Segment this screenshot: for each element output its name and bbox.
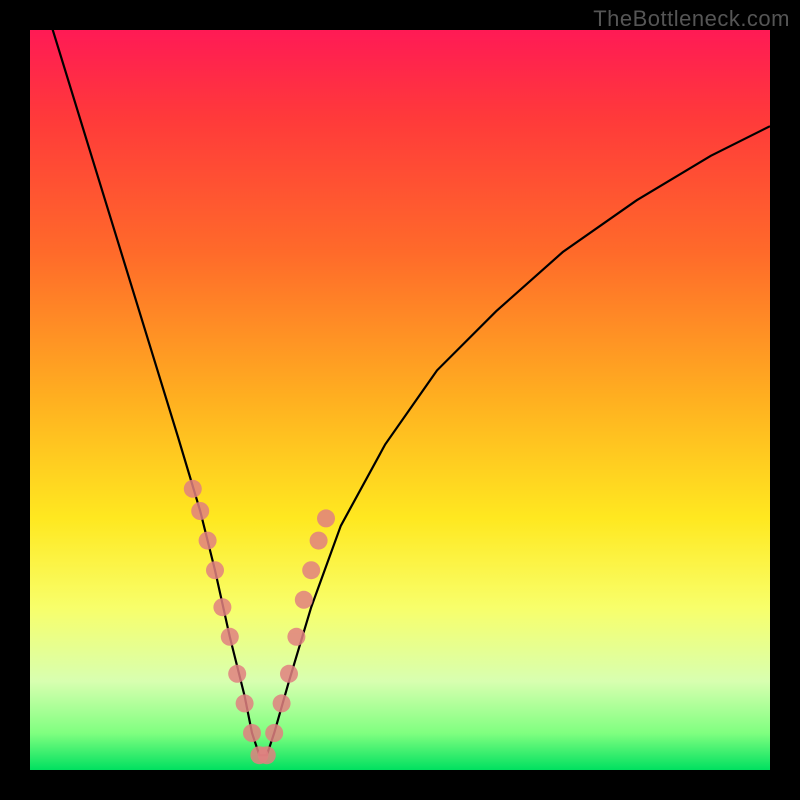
marker-dot <box>199 532 217 550</box>
watermark-label: TheBottleneck.com <box>593 6 790 32</box>
marker-dot <box>287 628 305 646</box>
marker-dot <box>295 591 313 609</box>
bottleneck-curve <box>30 30 770 755</box>
chart-svg <box>30 30 770 770</box>
marker-dot <box>228 665 246 683</box>
marker-dot <box>265 724 283 742</box>
marker-dot <box>184 480 202 498</box>
marker-dot <box>302 561 320 579</box>
marker-dot <box>243 724 261 742</box>
marker-dot <box>221 628 239 646</box>
marker-dot <box>258 746 276 764</box>
marker-dot <box>273 694 291 712</box>
marker-dot <box>191 502 209 520</box>
chart-frame: TheBottleneck.com <box>0 0 800 800</box>
plot-area <box>30 30 770 770</box>
marker-dot <box>206 561 224 579</box>
marker-dot <box>310 532 328 550</box>
marker-dot <box>213 598 231 616</box>
marker-dot <box>280 665 298 683</box>
highlight-dots <box>184 480 335 764</box>
marker-dot <box>236 694 254 712</box>
marker-dot <box>317 509 335 527</box>
